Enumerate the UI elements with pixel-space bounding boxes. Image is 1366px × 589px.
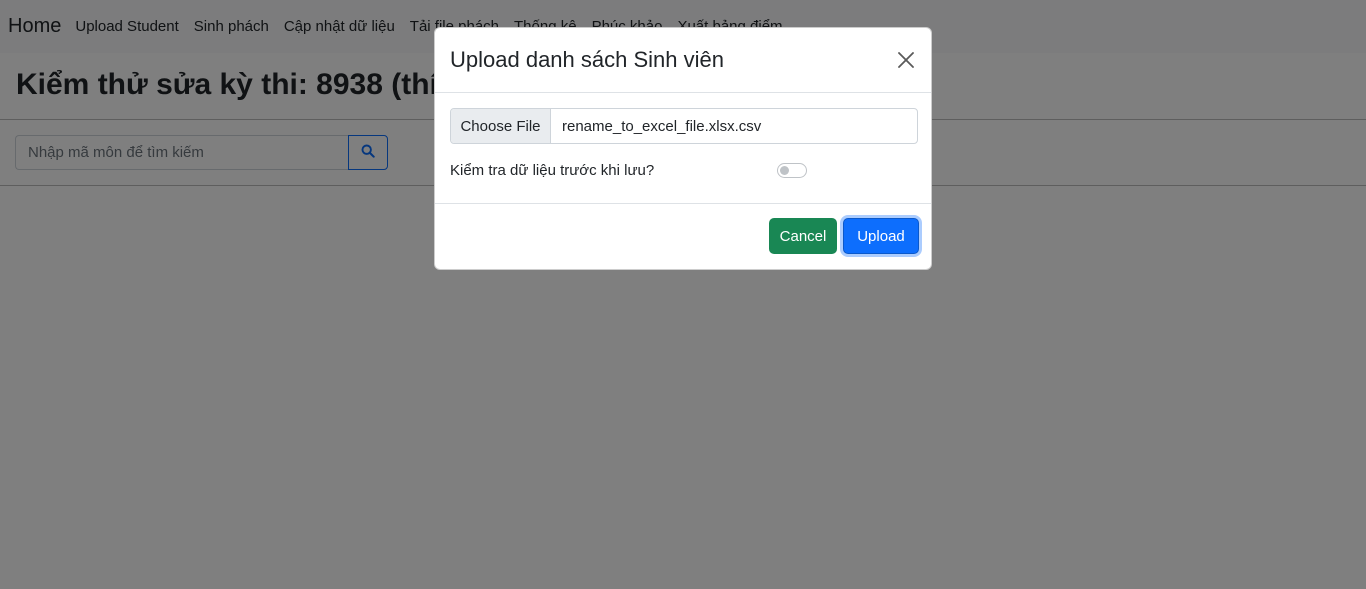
- choose-file-button[interactable]: Choose File: [451, 109, 551, 143]
- cancel-button[interactable]: Cancel: [769, 218, 837, 254]
- close-icon: [898, 52, 914, 68]
- file-input[interactable]: Choose File rename_to_excel_file.xlsx.cs…: [450, 108, 918, 144]
- file-name: rename_to_excel_file.xlsx.csv: [562, 117, 762, 135]
- modal-footer: Cancel Upload: [435, 204, 931, 270]
- modal-title: Upload danh sách Sinh viên: [450, 47, 724, 72]
- validate-check-label: Kiểm tra dữ liệu trước khi lưu?: [450, 162, 655, 179]
- close-button[interactable]: [896, 50, 916, 70]
- upload-button[interactable]: Upload: [843, 218, 919, 254]
- modal-body: Choose File rename_to_excel_file.xlsx.cs…: [435, 93, 931, 204]
- switch-knob: [780, 166, 789, 175]
- modal-header: Upload danh sách Sinh viên: [435, 28, 931, 93]
- validate-toggle-switch[interactable]: [777, 163, 807, 178]
- upload-modal: Upload danh sách Sinh viên Choose File r…: [434, 27, 932, 270]
